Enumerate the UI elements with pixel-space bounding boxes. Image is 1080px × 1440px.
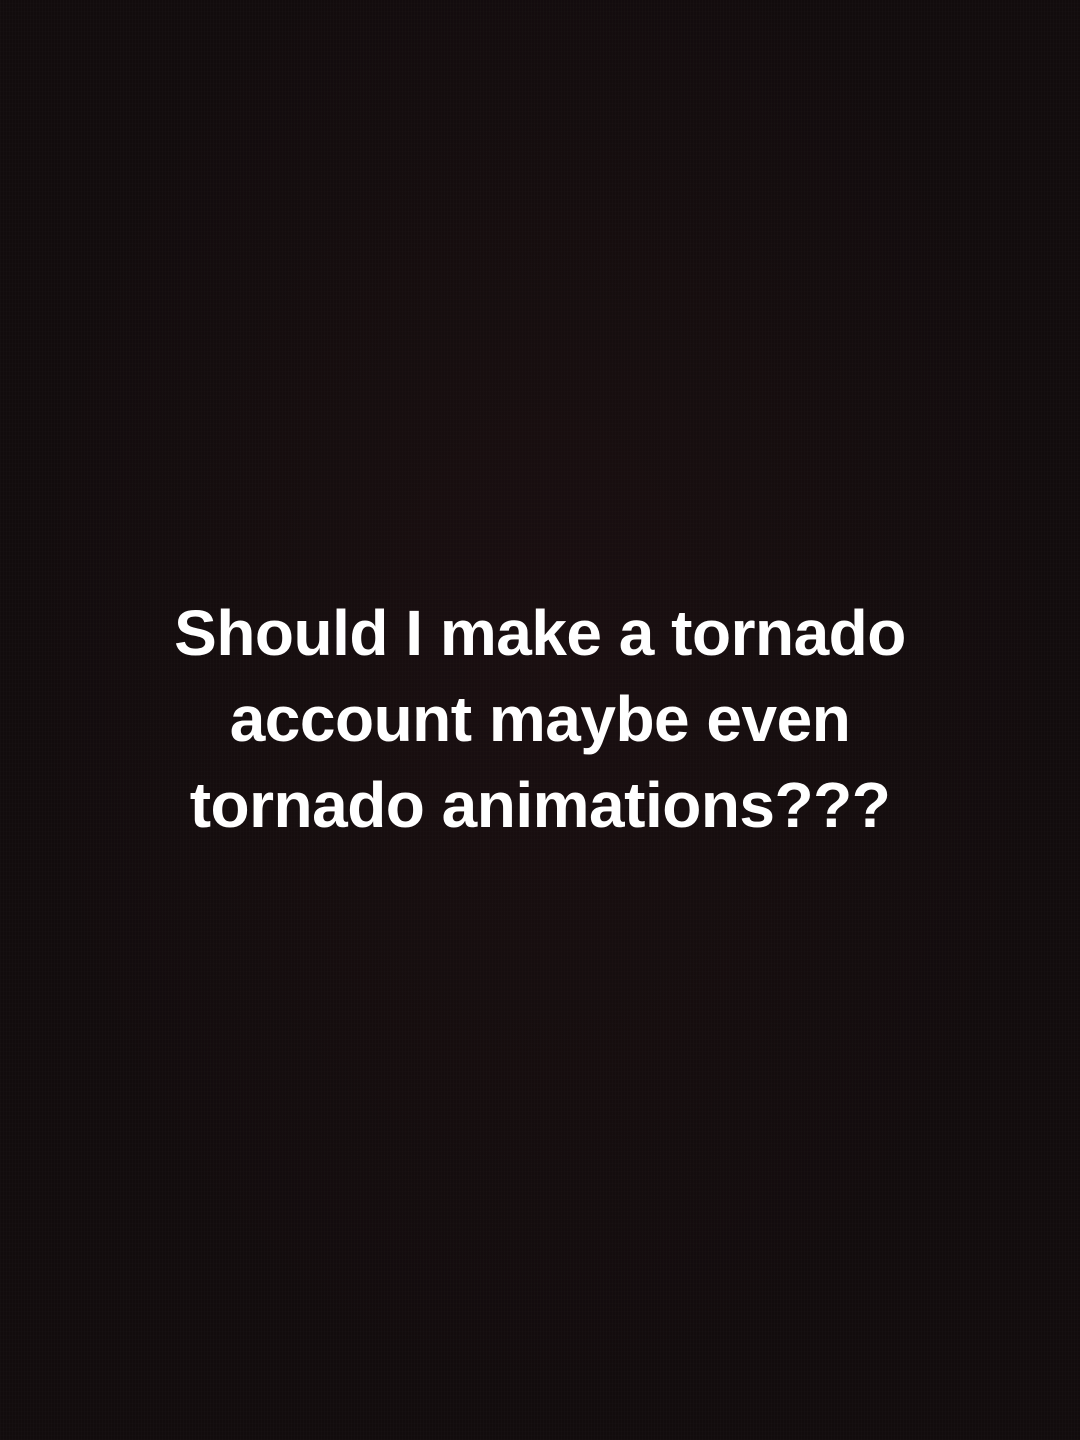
caption-line-1: Should I make a tornado [174, 597, 906, 669]
caption-line-3: tornado animations??? [189, 769, 891, 841]
video-frame: Should I make a tornado account maybe ev… [0, 0, 1080, 1440]
caption-line-2: account maybe even [229, 683, 851, 755]
caption-text: Should I make a tornado account maybe ev… [90, 590, 990, 848]
